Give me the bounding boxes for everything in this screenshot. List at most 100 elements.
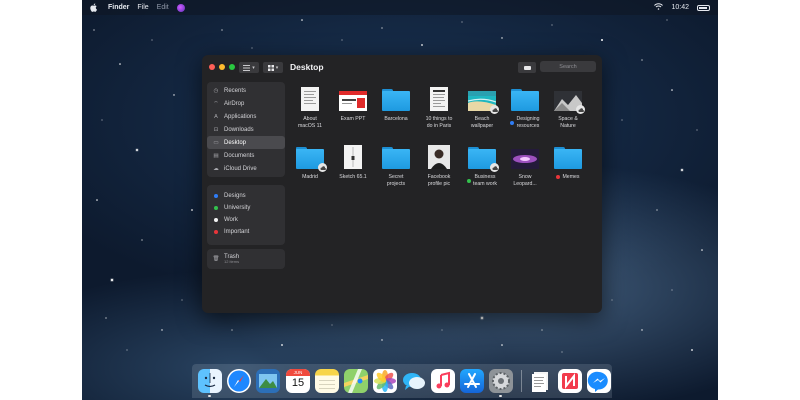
- preview-icon[interactable]: [256, 369, 280, 393]
- sidebar-favorites: ◷ Recents ⌔ AirDrop A Applications ⊡ Dow…: [207, 82, 285, 177]
- view-grid-button[interactable]: ▾: [263, 62, 283, 73]
- cloud-download-icon[interactable]: [490, 105, 499, 114]
- file-label: Designing resources: [510, 116, 540, 130]
- sidebar-item-label: Designs: [224, 193, 246, 199]
- close-button[interactable]: [209, 64, 215, 70]
- file-item[interactable]: Secret projects: [376, 143, 416, 188]
- file-label: Sketch 65.1: [339, 174, 367, 180]
- siri-icon[interactable]: [176, 3, 185, 12]
- menu-file[interactable]: File: [137, 4, 148, 11]
- apple-logo-icon[interactable]: [90, 3, 100, 13]
- sidebar-item-label: Downloads: [224, 126, 254, 133]
- file-item[interactable]: Memes: [548, 143, 588, 181]
- calendar-month: JUN: [286, 369, 310, 376]
- zoom-button[interactable]: [229, 64, 235, 70]
- messenger-icon[interactable]: [587, 369, 611, 393]
- file-thumbnail: [295, 85, 325, 111]
- file-thumbnail: [295, 143, 327, 172]
- file-item[interactable]: Business team work: [462, 143, 502, 188]
- file-item[interactable]: Sketch 65.1: [333, 143, 373, 181]
- finder-icon[interactable]: [198, 369, 222, 393]
- sidebar-tag-work[interactable]: Work: [207, 214, 285, 226]
- chevron-down-icon: ▾: [252, 64, 255, 71]
- battery-icon[interactable]: [697, 4, 710, 11]
- minimize-button[interactable]: [219, 64, 225, 70]
- window-title: Desktop: [290, 62, 324, 72]
- tag-color-dot: [214, 218, 218, 222]
- calendar-icon[interactable]: JUN 15: [286, 369, 310, 393]
- file-item[interactable]: Designing resources: [505, 85, 545, 130]
- sidebar-item-icloud[interactable]: ☁ iCloud Drive: [207, 162, 285, 175]
- file-label: Business team work: [467, 174, 497, 188]
- file-thumbnail: [467, 85, 499, 114]
- file-label: 10 things to do in Paris: [425, 116, 453, 129]
- sidebar-tag-university[interactable]: University: [207, 202, 285, 214]
- folder-icon: [382, 147, 410, 169]
- sidebar-tag-important[interactable]: Important: [207, 226, 285, 238]
- photos-icon[interactable]: [373, 369, 397, 393]
- sidebar-tag-designs[interactable]: Designs: [207, 190, 285, 202]
- file-item[interactable]: Space & Nature: [548, 85, 588, 130]
- file-item[interactable]: Exam PPT: [333, 85, 373, 123]
- menu-edit[interactable]: Edit: [157, 4, 169, 11]
- sidebar-item-downloads[interactable]: ⊡ Downloads: [207, 123, 285, 136]
- tag-toolbar-button[interactable]: [518, 62, 536, 73]
- file-label: Memes: [556, 174, 580, 181]
- file-label: Beach wallpaper: [470, 116, 494, 129]
- chevron-down-icon: ▾: [275, 64, 279, 71]
- sidebar-item-airdrop[interactable]: ⌔ AirDrop: [207, 97, 285, 110]
- installer-document-icon: [344, 145, 362, 169]
- safari-icon[interactable]: [227, 369, 251, 393]
- file-item[interactable]: About macOS 11: [290, 85, 330, 130]
- file-item[interactable]: Madrid: [290, 143, 330, 181]
- file-item[interactable]: Beach wallpaper: [462, 85, 502, 130]
- search-field[interactable]: Search: [540, 61, 596, 72]
- maps-icon[interactable]: [344, 369, 368, 393]
- dock-separator: [521, 370, 522, 392]
- file-thumbnail: [510, 85, 540, 111]
- file-thumbnail: [424, 85, 454, 111]
- file-item[interactable]: Barcelona: [376, 85, 416, 123]
- file-thumbnail: [510, 143, 540, 169]
- system-preferences-icon[interactable]: [489, 369, 513, 393]
- sidebar-trash[interactable]: 🗑 Trash 12 items: [207, 249, 285, 269]
- file-label: Secret projects: [386, 174, 406, 187]
- app-store-icon[interactable]: [460, 369, 484, 393]
- sidebar-item-label: Recents: [224, 87, 247, 94]
- file-item[interactable]: Snow Leopard...: [505, 143, 545, 188]
- sidebar-item-label: University: [224, 205, 251, 211]
- file-label: Barcelona: [384, 116, 408, 122]
- tag-color-dot: [214, 206, 218, 210]
- file-label: Exam PPT: [340, 116, 366, 122]
- sidebar-item-label: Documents: [224, 152, 255, 159]
- news-icon[interactable]: [558, 369, 582, 393]
- document-icon: ▤: [213, 152, 219, 159]
- wifi-icon[interactable]: [654, 3, 664, 12]
- dock: JUN 15: [192, 364, 612, 398]
- cloud-download-icon[interactable]: [318, 163, 327, 172]
- sidebar-item-documents[interactable]: ▤ Documents: [207, 149, 285, 162]
- music-icon[interactable]: [431, 369, 455, 393]
- file-item[interactable]: 10 things to do in Paris: [419, 85, 459, 130]
- tag-color-dot: [467, 178, 472, 183]
- sidebar-item-trash[interactable]: 🗑 Trash 12 items: [207, 249, 285, 269]
- sidebar-item-desktop[interactable]: ▭ Desktop: [207, 136, 285, 149]
- file-item[interactable]: Facebook profile pic: [419, 143, 459, 188]
- trash-icon: 🗑: [212, 256, 220, 262]
- sidebar-item-applications[interactable]: A Applications: [207, 110, 285, 123]
- file-thumbnail: [467, 143, 499, 172]
- file-thumbnail: [553, 143, 583, 169]
- sidebar-item-recents[interactable]: ◷ Recents: [207, 84, 285, 97]
- notes-icon[interactable]: [315, 369, 339, 393]
- view-list-button[interactable]: ▾: [239, 62, 259, 73]
- document-icon[interactable]: [529, 369, 553, 393]
- running-indicator: [499, 395, 502, 397]
- grid-view-icon: [267, 64, 274, 71]
- messages-icon[interactable]: [402, 369, 426, 393]
- search-placeholder: Search: [559, 63, 577, 70]
- cloud-download-icon[interactable]: [490, 163, 499, 172]
- clock-text[interactable]: 10:42: [671, 4, 689, 11]
- file-thumbnail: [424, 143, 454, 169]
- menu-app-name[interactable]: Finder: [108, 4, 129, 11]
- cloud-download-icon[interactable]: [576, 105, 585, 114]
